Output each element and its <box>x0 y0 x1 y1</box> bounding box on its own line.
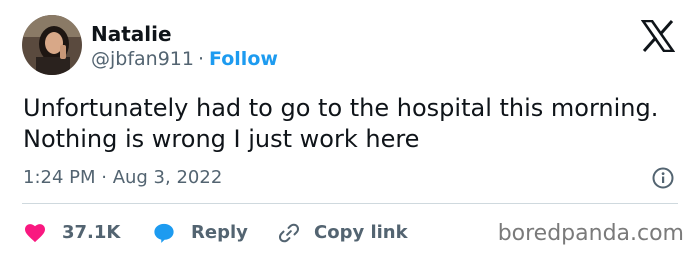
link-icon <box>278 223 300 243</box>
reply-label: Reply <box>191 222 248 243</box>
copy-link-button[interactable]: Copy link <box>278 222 408 244</box>
divider <box>22 203 678 204</box>
copy-link-label: Copy link <box>314 222 408 243</box>
info-icon[interactable] <box>652 167 674 189</box>
speech-bubble-icon <box>154 223 174 243</box>
x-logo-icon[interactable] <box>640 19 676 53</box>
avatar[interactable] <box>22 15 82 75</box>
tweet-timestamp[interactable]: 1:24 PM · Aug 3, 2022 <box>23 166 222 190</box>
tweet-text: Unfortunately had to go to the hospital … <box>23 94 659 153</box>
reply-button[interactable]: Reply <box>153 222 248 244</box>
watermark: boredpanda.com <box>497 221 684 246</box>
author-handle[interactable]: @jbfan911 <box>91 48 194 70</box>
like-button[interactable]: 37.1K <box>24 222 120 244</box>
author-name[interactable]: Natalie <box>91 22 172 46</box>
follow-button[interactable]: Follow <box>209 48 278 70</box>
separator-dot: · <box>197 48 205 70</box>
author-meta: @jbfan911 · Follow <box>91 47 278 71</box>
like-count: 37.1K <box>62 222 121 243</box>
heart-icon <box>25 224 45 243</box>
